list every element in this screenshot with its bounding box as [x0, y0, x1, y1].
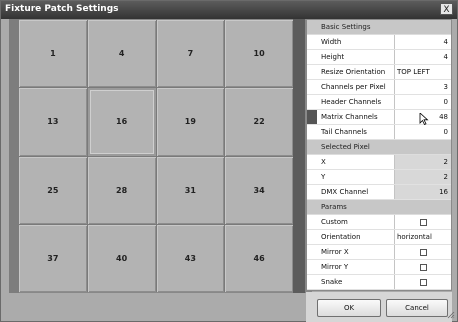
- pixel-cell[interactable]: 10: [225, 20, 293, 88]
- prop-value[interactable]: 4: [395, 35, 451, 49]
- grid-left-margin: [9, 19, 19, 293]
- pixel-cell[interactable]: 31: [156, 156, 225, 224]
- prop-resize-orientation[interactable]: Resize Orientation TOP LEFT: [307, 65, 451, 80]
- prop-label: Y: [317, 170, 395, 184]
- prop-label: Orientation: [317, 230, 395, 244]
- pixel-cell[interactable]: 28: [87, 156, 156, 224]
- prop-channels-per-pixel[interactable]: Channels per Pixel 3: [307, 80, 451, 95]
- close-icon: X: [443, 5, 450, 15]
- prop-height[interactable]: Height 4: [307, 50, 451, 65]
- pixel-cell[interactable]: 22: [225, 88, 293, 156]
- prop-value[interactable]: 0: [395, 125, 451, 139]
- prop-header-channels[interactable]: Header Channels 0: [307, 95, 451, 110]
- prop-label: Channels per Pixel: [317, 80, 395, 94]
- prop-orientation[interactable]: Orientation horizontal: [307, 230, 451, 245]
- pixel-cell[interactable]: 1: [19, 20, 87, 88]
- mouse-pointer-icon: [419, 113, 429, 125]
- pixel-grid: 1 4 7 10 13 16 19 22 25 28 31 34 37 40 43 46: [19, 20, 293, 292]
- section-params: Params: [307, 200, 451, 215]
- prop-snake[interactable]: Snake: [307, 275, 451, 290]
- custom-checkbox[interactable]: [419, 218, 427, 226]
- pixel-cell[interactable]: 40: [87, 224, 156, 292]
- pixel-cell[interactable]: 34: [225, 156, 293, 224]
- prop-label: Width: [317, 35, 395, 49]
- properties-panel: Basic Settings Width 4 Height 4 Resize O…: [306, 19, 452, 291]
- prop-label: Height: [317, 50, 395, 64]
- prop-value[interactable]: 3: [395, 80, 451, 94]
- prop-mirror-y[interactable]: Mirror Y: [307, 260, 451, 275]
- prop-matrix-channels[interactable]: Matrix Channels 48: [307, 110, 451, 125]
- pixel-cell[interactable]: 37: [19, 224, 87, 292]
- pixel-cell[interactable]: 16: [87, 88, 156, 156]
- prop-label: Tail Channels: [317, 125, 395, 139]
- prop-dmx-channel: DMX Channel 16: [307, 185, 451, 200]
- prop-x: X 2: [307, 155, 451, 170]
- prop-custom[interactable]: Custom: [307, 215, 451, 230]
- prop-tail-channels[interactable]: Tail Channels 0: [307, 125, 451, 140]
- row-selection-marker: [307, 110, 317, 124]
- section-selected-pixel: Selected Pixel: [307, 140, 451, 155]
- prop-label: Mirror Y: [317, 260, 395, 274]
- prop-label: X: [317, 155, 395, 169]
- grid-scrollbar[interactable]: [293, 19, 305, 293]
- prop-label: DMX Channel: [317, 185, 395, 199]
- prop-label: Custom: [317, 215, 395, 229]
- fixture-patch-dialog: Fixture Patch Settings X 1 4 7 10 13 16 19 22 25…: [0, 0, 458, 322]
- prop-value[interactable]: TOP LEFT: [395, 65, 451, 79]
- close-button[interactable]: X: [440, 3, 453, 15]
- prop-value: 2: [395, 170, 451, 184]
- prop-y: Y 2: [307, 170, 451, 185]
- section-basic-settings: Basic Settings: [307, 20, 451, 35]
- pixel-cell[interactable]: 19: [156, 88, 225, 156]
- prop-value[interactable]: 4: [395, 50, 451, 64]
- prop-label: Resize Orientation: [317, 65, 395, 79]
- window-title: Fixture Patch Settings: [5, 4, 119, 14]
- prop-mirror-x[interactable]: Mirror X: [307, 245, 451, 260]
- pixel-cell[interactable]: 13: [19, 88, 87, 156]
- pixel-cell[interactable]: 46: [225, 224, 293, 292]
- prop-value: 16: [395, 185, 451, 199]
- cancel-button[interactable]: Cancel: [386, 299, 448, 317]
- snake-checkbox[interactable]: [419, 278, 427, 286]
- pixel-cell[interactable]: 4: [87, 20, 156, 88]
- pixel-cell[interactable]: 43: [156, 224, 225, 292]
- prop-width[interactable]: Width 4: [307, 35, 451, 50]
- prop-label: Mirror X: [317, 245, 395, 259]
- orientation-select[interactable]: horizontal: [395, 230, 451, 244]
- prop-label: Matrix Channels: [317, 110, 395, 124]
- ok-button[interactable]: OK: [317, 299, 381, 317]
- prop-label: Snake: [317, 275, 395, 289]
- prop-label: Header Channels: [317, 95, 395, 109]
- prop-value: 2: [395, 155, 451, 169]
- prop-value[interactable]: 0: [395, 95, 451, 109]
- title-bar[interactable]: Fixture Patch Settings X: [1, 1, 457, 19]
- pixel-cell[interactable]: 25: [19, 156, 87, 224]
- pixel-cell[interactable]: 7: [156, 20, 225, 88]
- resize-grip-icon[interactable]: [447, 311, 455, 319]
- mirror-x-checkbox[interactable]: [419, 248, 427, 256]
- mirror-y-checkbox[interactable]: [419, 263, 427, 271]
